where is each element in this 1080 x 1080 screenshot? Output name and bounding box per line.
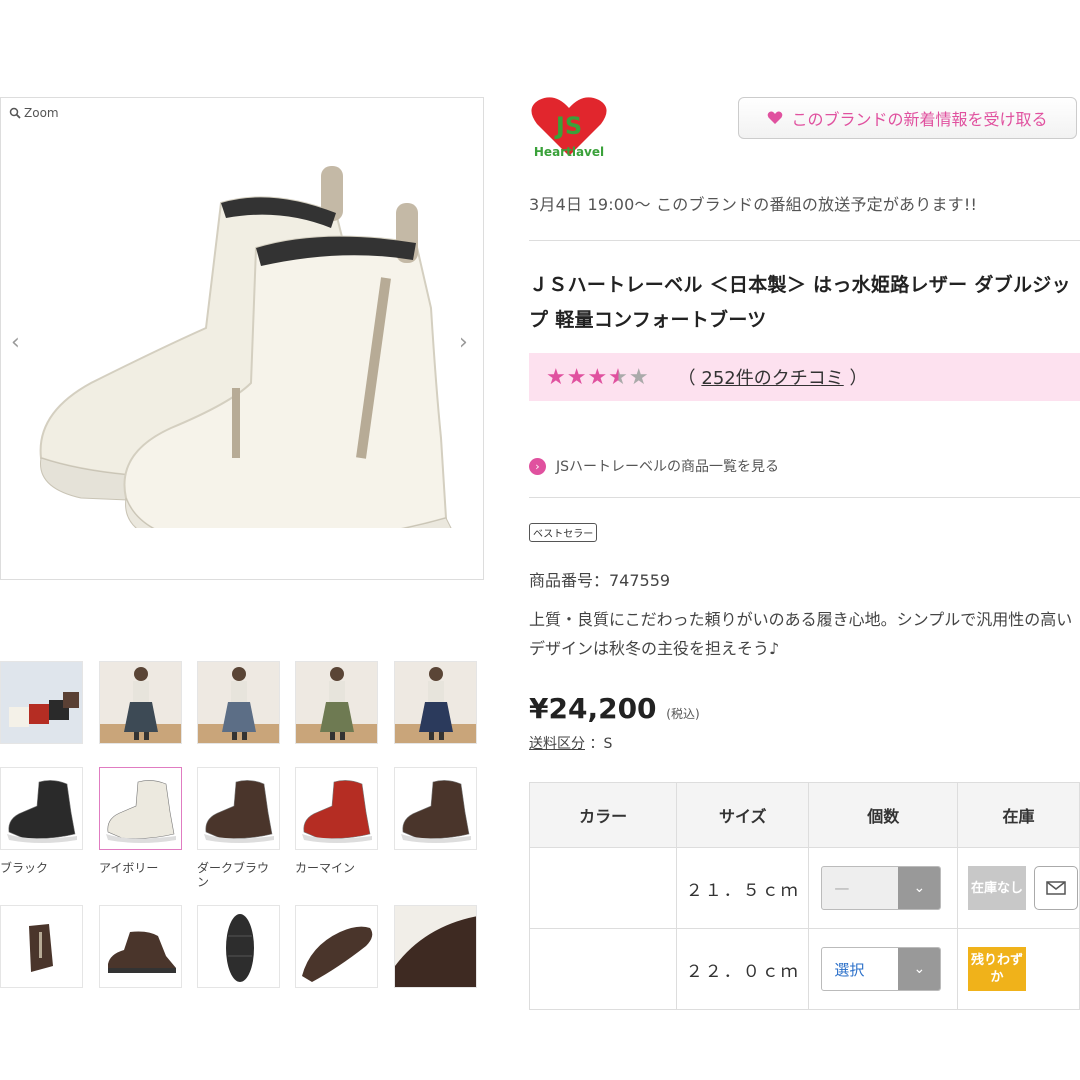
- model-photo-thumb[interactable]: [295, 661, 378, 744]
- table-header-row: カラー サイズ 個数 在庫: [528, 782, 1080, 848]
- product-code: 商品番号：747559: [529, 571, 671, 590]
- color-swatch-thumb[interactable]: [295, 767, 378, 850]
- size-stock-table: カラー サイズ 個数 在庫 ２１．５ｃｍ — ⌄ 在庫なし ２２．０ｃｍ 選択 ⌄ 残りわずか: [528, 782, 1080, 1010]
- table-row: ２２．０ｃｍ 選択 ⌄ 残りわずか: [528, 928, 1080, 1010]
- product-description: 上質・良質にこだわった頼りがいのある履き心地。シンプルで汎用性の高いデザインは秋…: [529, 610, 1073, 658]
- table-row: ２１．５ｃｍ — ⌄ 在庫なし: [528, 847, 1080, 929]
- rating-bar: ★★★★★ （ 252件のクチコミ ）: [529, 353, 1080, 401]
- color-swatch-label: ダークブラウン: [197, 861, 270, 889]
- detail-photo-thumb[interactable]: [197, 905, 280, 988]
- header-size: サイズ: [676, 782, 810, 848]
- zoom-button[interactable]: Zoom: [9, 106, 59, 120]
- color-swatch-thumb[interactable]: [394, 767, 477, 850]
- brand-products-link[interactable]: › JSハートレーベルの商品一覧を見る: [529, 456, 779, 476]
- svg-text:JS: JS: [554, 112, 582, 140]
- envelope-icon: [1046, 881, 1066, 895]
- chevron-down-icon: ⌄: [898, 867, 941, 909]
- reviews-count-link[interactable]: 252件のクチコミ: [701, 368, 843, 389]
- price: ¥24,200 (税込): [529, 692, 700, 725]
- heart-icon: [768, 111, 783, 124]
- stock-badge: 在庫なし: [968, 866, 1026, 910]
- chevron-left-icon[interactable]: ‹: [11, 330, 20, 355]
- detail-photo-thumb[interactable]: [0, 905, 83, 988]
- model-photo-thumb[interactable]: [197, 661, 280, 744]
- color-cell: [528, 847, 678, 929]
- brand-logo[interactable]: JS Heartlavel: [529, 94, 609, 160]
- quantity-select-value: 選択: [834, 960, 865, 979]
- chevron-right-circle-icon: ›: [529, 457, 546, 475]
- model-photo-thumb[interactable]: [0, 661, 83, 744]
- divider: [529, 240, 1080, 241]
- shipping-class-link[interactable]: 送料区分: [529, 736, 585, 752]
- divider: [529, 497, 1080, 498]
- header-color: カラー: [528, 782, 678, 848]
- stock-cell: 在庫なし: [957, 847, 1080, 929]
- detail-photo-thumb[interactable]: [295, 905, 378, 988]
- follow-brand-button[interactable]: このブランドの新着情報を受け取る: [738, 97, 1077, 139]
- stock-cell: 残りわずか: [957, 928, 1080, 1010]
- quantity-cell: 選択 ⌄: [808, 928, 958, 1010]
- rating-stars: ★★★★★: [546, 364, 650, 390]
- color-swatch-label: アイボリー: [99, 861, 159, 875]
- detail-photo-thumb[interactable]: [394, 905, 477, 988]
- price-value: ¥24,200: [529, 692, 657, 725]
- chevron-down-icon: ⌄: [898, 948, 941, 990]
- model-photo-thumb[interactable]: [394, 661, 477, 744]
- shipping-class: 送料区分 ：S: [529, 736, 613, 752]
- bestseller-badge: ベストセラー: [529, 523, 598, 542]
- color-swatch-label: カーマイン: [295, 861, 356, 875]
- heart-logo-icon: JS Heartlavel: [531, 97, 607, 159]
- size-cell: ２２．０ｃｍ: [676, 928, 810, 1010]
- quantity-select[interactable]: 選択 ⌄: [821, 947, 942, 991]
- color-swatch-thumb[interactable]: [197, 767, 280, 850]
- svg-text:Heartlavel: Heartlavel: [534, 145, 604, 159]
- main-product-image[interactable]: Zoom ‹ ›: [0, 97, 484, 580]
- boots-illustration: [39, 166, 452, 528]
- stock-badge: 残りわずか: [968, 947, 1026, 991]
- magnifier-icon: [9, 107, 21, 119]
- color-swatch-thumb[interactable]: [99, 767, 182, 850]
- tax-label: (税込): [666, 707, 700, 721]
- color-swatch-label: ブラック: [0, 861, 49, 875]
- detail-photo-thumb[interactable]: [99, 905, 182, 988]
- header-quantity: 個数: [808, 782, 958, 848]
- product-title: ＪＳハートレーベル ＜日本製＞ はっ水姫路レザー ダブルジップ 軽量コンフォート…: [529, 274, 1071, 331]
- quantity-select[interactable]: — ⌄: [821, 866, 942, 910]
- quantity-select-value: —: [834, 879, 850, 897]
- reviews-link[interactable]: （ 252件のクチコミ ）: [678, 364, 868, 390]
- model-photo-thumb[interactable]: [99, 661, 182, 744]
- color-swatch-thumb[interactable]: [0, 767, 83, 850]
- broadcast-notice: 3月4日 19:00〜 このブランドの番組の放送予定があります!!: [529, 195, 978, 214]
- header-stock: 在庫: [957, 782, 1080, 848]
- quantity-cell: — ⌄: [808, 847, 958, 929]
- restock-notify-button[interactable]: [1034, 866, 1078, 910]
- size-cell: ２１．５ｃｍ: [676, 847, 810, 929]
- color-cell: [528, 928, 678, 1010]
